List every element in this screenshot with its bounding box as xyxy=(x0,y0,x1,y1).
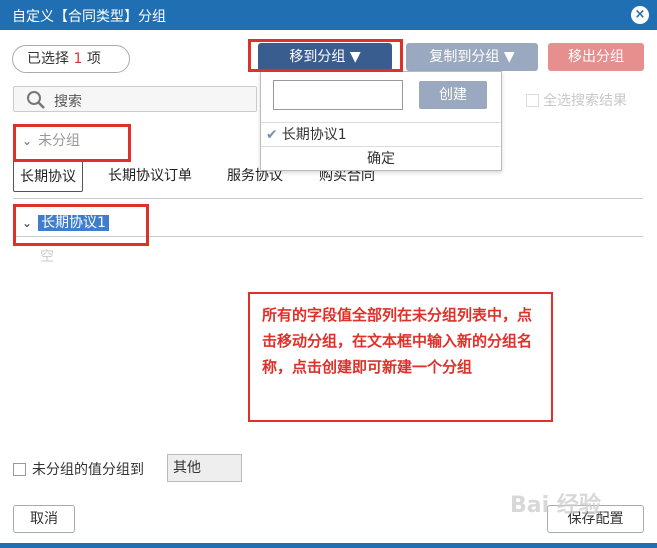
tag-item[interactable]: 长期协议订单 xyxy=(102,160,198,192)
annotation-note: 所有的字段值全部列在未分组列表中，点击移动分组，在文本框中输入新的分组名称，点击… xyxy=(248,292,553,422)
cancel-button[interactable]: 取消 xyxy=(13,505,75,533)
create-group-button[interactable]: 创建 xyxy=(419,81,487,109)
search-icon xyxy=(27,91,45,109)
ungrouped-to-checkbox[interactable] xyxy=(13,463,26,476)
selected-suffix: 项 xyxy=(86,51,101,67)
ungrouped-to-label: 未分组的值分组到 xyxy=(32,462,144,478)
dropdown-item-label: 长期协议1 xyxy=(281,127,347,143)
other-group-input[interactable]: 其他 xyxy=(167,454,242,482)
copy-to-group-button[interactable]: 复制到分组 ▼ xyxy=(406,43,538,71)
dialog-titlebar: 自定义【合同类型】分组 × xyxy=(0,0,657,30)
selected-count-badge: 已选择 1 项 xyxy=(12,45,130,73)
highlight-box xyxy=(13,124,131,162)
close-icon[interactable]: × xyxy=(631,6,649,24)
tag-item[interactable]: 长期协议 xyxy=(13,160,83,192)
dialog-bottom-bar xyxy=(0,543,657,548)
highlight-box xyxy=(248,39,403,72)
select-all-checkbox[interactable] xyxy=(526,94,539,107)
check-icon: ✔ xyxy=(266,127,278,143)
move-to-group-dropdown: 创建 ✔ 长期协议1 确定 xyxy=(260,71,502,171)
confirm-button[interactable]: 确定 xyxy=(261,146,501,170)
remove-from-group-button[interactable]: 移出分组 xyxy=(548,43,644,71)
select-all-search-results[interactable]: 全选搜索结果 xyxy=(526,90,627,110)
search-input[interactable]: 搜索 xyxy=(13,86,257,112)
ungrouped-to-option[interactable]: 未分组的值分组到 xyxy=(13,459,144,479)
highlight-box xyxy=(13,204,149,246)
new-group-name-input[interactable] xyxy=(273,80,403,110)
divider xyxy=(13,198,643,199)
select-all-label: 全选搜索结果 xyxy=(543,93,627,109)
dropdown-group-item[interactable]: ✔ 长期协议1 xyxy=(261,122,501,146)
dialog-title: 自定义【合同类型】分组 xyxy=(12,9,166,25)
watermark-logo: Bai 经验 xyxy=(510,493,601,518)
search-placeholder: 搜索 xyxy=(54,94,82,110)
group-empty-label: 空 xyxy=(40,249,54,265)
selected-count: 1 xyxy=(73,51,83,67)
selected-prefix: 已选择 xyxy=(27,51,69,67)
